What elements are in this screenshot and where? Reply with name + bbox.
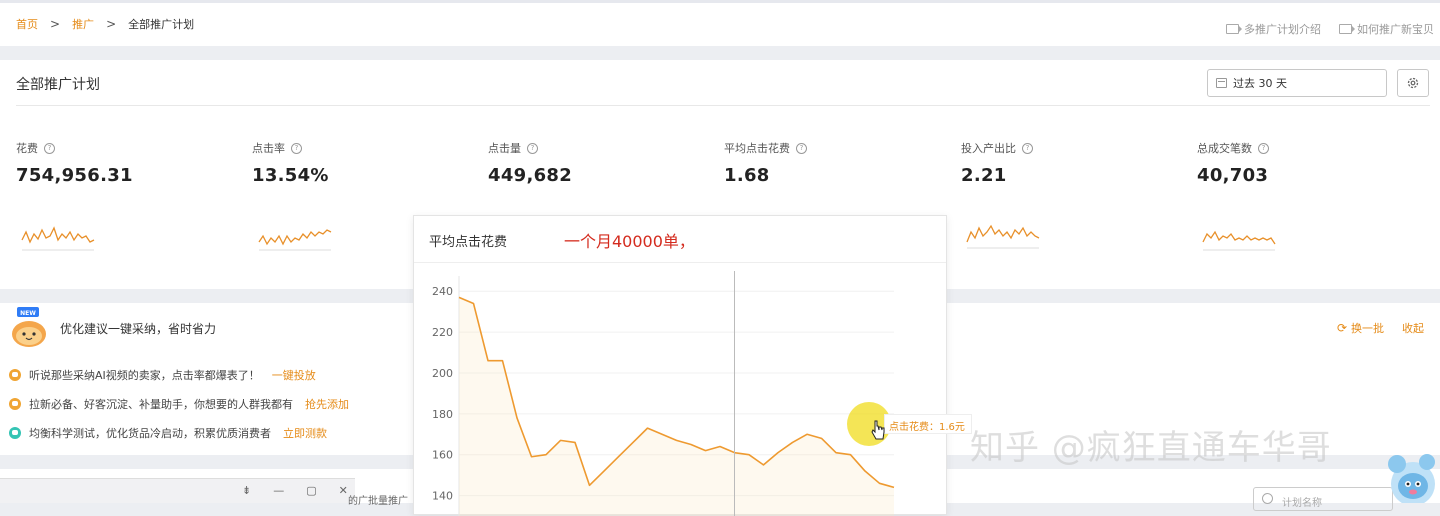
- refresh-button[interactable]: ⟳ 换一批: [1337, 320, 1384, 336]
- metric-cost[interactable]: 花费? 754,956.31: [16, 140, 133, 186]
- help-link-label: 如何推广新宝贝: [1357, 23, 1434, 36]
- date-range-value: 过去 30 天: [1233, 77, 1287, 90]
- panel-title: 全部推广计划: [16, 77, 100, 93]
- chevron-right-icon: >: [106, 17, 117, 31]
- calendar-icon: [1216, 78, 1227, 88]
- series-area: [459, 297, 894, 516]
- search-placeholder: 计划名称: [1282, 498, 1322, 509]
- metric-orders[interactable]: 总成交笔数? 40,703: [1197, 140, 1269, 186]
- chat-bubble-icon: [9, 427, 21, 439]
- question-icon[interactable]: ?: [1258, 142, 1269, 154]
- video-icon: [1339, 24, 1355, 34]
- metric-label: 平均点击花费: [724, 142, 790, 155]
- tip-text: 均衡科学测试，优化货品冷启动，积累优质消费者: [29, 427, 271, 440]
- y-tick-label: 240: [432, 285, 453, 298]
- metric-value: 13.54%: [252, 165, 329, 186]
- chevron-right-icon: >: [50, 17, 61, 31]
- mascot-avatar-icon: [1388, 454, 1435, 503]
- tip-text: 拉新必备、好客沉淀、补量助手，你想要的人群我都有: [29, 398, 293, 411]
- metric-label: 点击量: [488, 142, 521, 155]
- metric-roi[interactable]: 投入产出比? 2.21: [961, 140, 1033, 186]
- divider: [16, 105, 1430, 106]
- tip-link-launch[interactable]: 一键投放: [272, 367, 316, 383]
- video-icon: [1226, 24, 1242, 34]
- tip-text: 听说那些采纳AI视频的卖家，点击率都爆表了！: [29, 369, 260, 382]
- hand-cursor-icon: [871, 420, 885, 440]
- search-icon: [1262, 493, 1273, 504]
- mascot-new-icon: NEW: [12, 307, 46, 347]
- help-link-multi-plan[interactable]: 多推广计划介绍: [1226, 21, 1321, 37]
- metric-value: 449,682: [488, 165, 573, 186]
- top-bar: 首页 > 推广 > 全部推广计划 多推广计划介绍 如何推广新宝贝: [0, 0, 1440, 46]
- breadcrumb: 首页 > 推广 > 全部推广计划: [16, 16, 194, 32]
- question-icon[interactable]: ?: [44, 142, 55, 154]
- plan-search-input[interactable]: 计划名称: [1253, 487, 1393, 511]
- sparkline-orders: [1202, 230, 1276, 251]
- gear-icon: [1407, 77, 1419, 89]
- tip-item: 均衡科学测试，优化货品冷启动，积累优质消费者 立即测款: [9, 425, 327, 441]
- bottom-text: 的广批量推广: [348, 496, 408, 507]
- help-link-label: 多推广计划介绍: [1244, 23, 1321, 36]
- chat-bubble-icon: [9, 369, 21, 381]
- tip-link-test[interactable]: 立即测款: [283, 425, 327, 441]
- floating-window-controls: ⇟ — ▢ ✕: [0, 478, 355, 503]
- breadcrumb-home[interactable]: 首页: [16, 16, 38, 32]
- sparkline-roi: [966, 224, 1040, 249]
- minimize-button[interactable]: —: [273, 484, 284, 497]
- question-icon[interactable]: ?: [291, 142, 302, 154]
- optimize-actions: ⟳ 换一批 收起: [1337, 320, 1424, 336]
- new-badge-text: NEW: [20, 310, 36, 317]
- question-icon[interactable]: ?: [527, 142, 538, 154]
- maximize-button[interactable]: ▢: [306, 484, 316, 497]
- question-icon[interactable]: ?: [796, 142, 807, 154]
- metric-ctr[interactable]: 点击率? 13.54%: [252, 140, 329, 186]
- metric-label: 点击率: [252, 142, 285, 155]
- avg-cpc-chart[interactable]: 140 160 180 200 220 240: [414, 216, 948, 516]
- collapse-button[interactable]: 收起: [1402, 320, 1424, 336]
- refresh-label: 换一批: [1351, 322, 1384, 335]
- y-tick-label: 140: [432, 490, 453, 503]
- tip-item: 拉新必备、好客沉淀、补量助手，你想要的人群我都有 抢先添加: [9, 396, 349, 412]
- settings-button[interactable]: [1397, 69, 1429, 97]
- date-range-picker[interactable]: 过去 30 天: [1207, 69, 1387, 97]
- chat-bubble-icon: [9, 398, 21, 410]
- avg-cpc-popup: 平均点击花费 一个月40000单， 140 160 180 200 220 240: [413, 215, 948, 516]
- breadcrumb-promote[interactable]: 推广: [72, 16, 94, 32]
- metric-label: 总成交笔数: [1197, 142, 1252, 155]
- question-icon[interactable]: ?: [1022, 142, 1033, 154]
- y-tick-label: 200: [432, 367, 453, 380]
- y-tick-label: 220: [432, 326, 453, 339]
- watermark-text: 知乎 @疯狂直通车华哥: [970, 428, 1332, 468]
- metric-clicks[interactable]: 点击量? 449,682: [488, 140, 572, 186]
- metric-value: 1.68: [724, 165, 770, 186]
- help-links: 多推广计划介绍 如何推广新宝贝: [1226, 21, 1434, 37]
- chart-tooltip: 点击花费：1.6元: [884, 414, 972, 434]
- refresh-icon: ⟳: [1336, 321, 1347, 335]
- close-button[interactable]: ✕: [339, 484, 348, 497]
- breadcrumb-current: 全部推广计划: [128, 18, 195, 31]
- y-tick-label: 160: [432, 449, 453, 462]
- tip-item: 听说那些采纳AI视频的卖家，点击率都爆表了！ 一键投放: [9, 367, 316, 383]
- metric-label: 花费: [16, 142, 38, 155]
- metric-value: 754,956.31: [16, 165, 133, 186]
- metric-label: 投入产出比: [961, 142, 1016, 155]
- help-link-new-item[interactable]: 如何推广新宝贝: [1339, 21, 1434, 37]
- metric-value: 2.21: [961, 165, 1007, 186]
- y-tick-label: 180: [432, 408, 453, 421]
- metric-value: 40,703: [1197, 165, 1269, 186]
- sparkline-ctr: [258, 229, 332, 251]
- pin-button[interactable]: ⇟: [242, 484, 251, 497]
- optimize-title: 优化建议一键采纳，省时省力: [60, 322, 217, 336]
- metric-avg-cpc[interactable]: 平均点击花费? 1.68: [724, 140, 807, 186]
- sparkline-cost: [21, 226, 95, 251]
- tip-link-add[interactable]: 抢先添加: [305, 396, 349, 412]
